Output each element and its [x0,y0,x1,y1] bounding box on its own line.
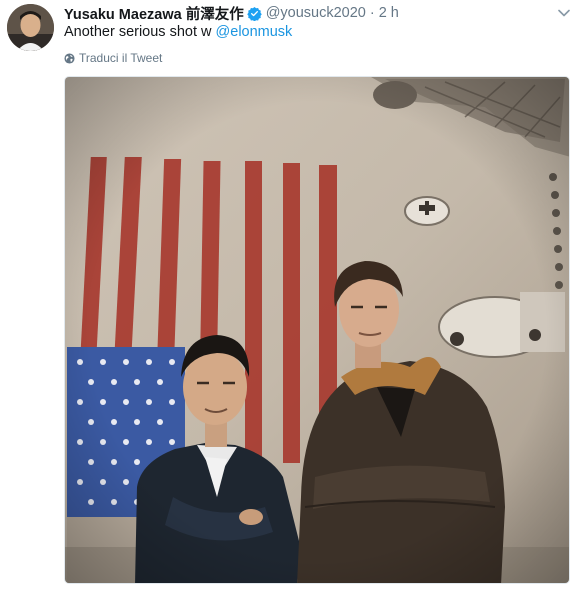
tweet: Yusaku Maezawa 前澤友作 @yousuck2020 · 2 h A… [0,0,579,593]
tweet-header: Yusaku Maezawa 前澤友作 @yousuck2020 · 2 h [64,3,549,23]
avatar[interactable] [7,4,54,51]
tweet-text: Another serious shot w @elonmusk [64,24,292,40]
tweet-timestamp[interactable]: 2 h [379,5,399,21]
author-handle[interactable]: @yousuck2020 [266,5,366,21]
chevron-down-icon[interactable] [555,4,573,22]
photo-content [65,77,569,583]
tweet-text-body: Another serious shot w [64,24,216,40]
verified-badge-icon [246,6,262,21]
translate-label: Traduci il Tweet [79,51,163,65]
author-name[interactable]: Yusaku Maezawa 前澤友作 [64,3,244,24]
mention-link[interactable]: @elonmusk [216,24,293,40]
globe-icon [64,52,75,64]
header-separator: · [369,5,375,21]
translate-tweet-link[interactable]: Traduci il Tweet [64,51,162,65]
tweet-photo[interactable] [64,76,570,584]
